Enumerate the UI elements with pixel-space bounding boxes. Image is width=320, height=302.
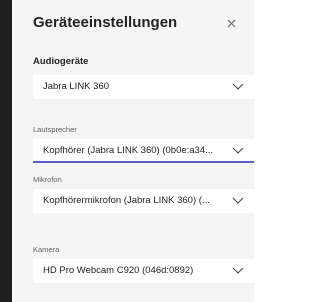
chevron-down-icon (232, 267, 244, 274)
device-settings-panel: Geräteeinstellungen Audiogeräte Jabra LI… (12, 0, 254, 302)
audio-devices-label: Audiogeräte (33, 56, 89, 67)
close-button[interactable] (222, 14, 240, 32)
camera-value: HD Pro Webcam C920 (046d:0892) (43, 265, 194, 276)
microphone-value: Kopfhörermikrofon (Jabra LINK 360) (... (43, 195, 210, 206)
camera-dropdown[interactable]: HD Pro Webcam C920 (046d:0892) (33, 259, 254, 283)
dialog-title: Geräteeinstellungen (33, 14, 178, 31)
app-left-rail (0, 0, 12, 302)
audio-device-value: Jabra LINK 360 (43, 81, 110, 92)
close-icon (227, 19, 235, 27)
speaker-value: Kopfhörer (Jabra LINK 360) (0b0e:a34... (43, 145, 214, 156)
chevron-down-icon (232, 197, 244, 204)
speaker-dropdown[interactable]: Kopfhörer (Jabra LINK 360) (0b0e:a34... (33, 139, 254, 163)
dialog-header: Geräteeinstellungen (33, 14, 254, 34)
chevron-down-icon (232, 83, 244, 90)
microphone-dropdown[interactable]: Kopfhörermikrofon (Jabra LINK 360) (... (33, 189, 254, 213)
microphone-label: Mikrofon (33, 175, 62, 184)
camera-label: Kamera (33, 245, 60, 254)
audio-device-dropdown[interactable]: Jabra LINK 360 (33, 75, 254, 99)
chevron-down-icon (232, 147, 244, 154)
speaker-label: Lautsprecher (33, 125, 77, 134)
